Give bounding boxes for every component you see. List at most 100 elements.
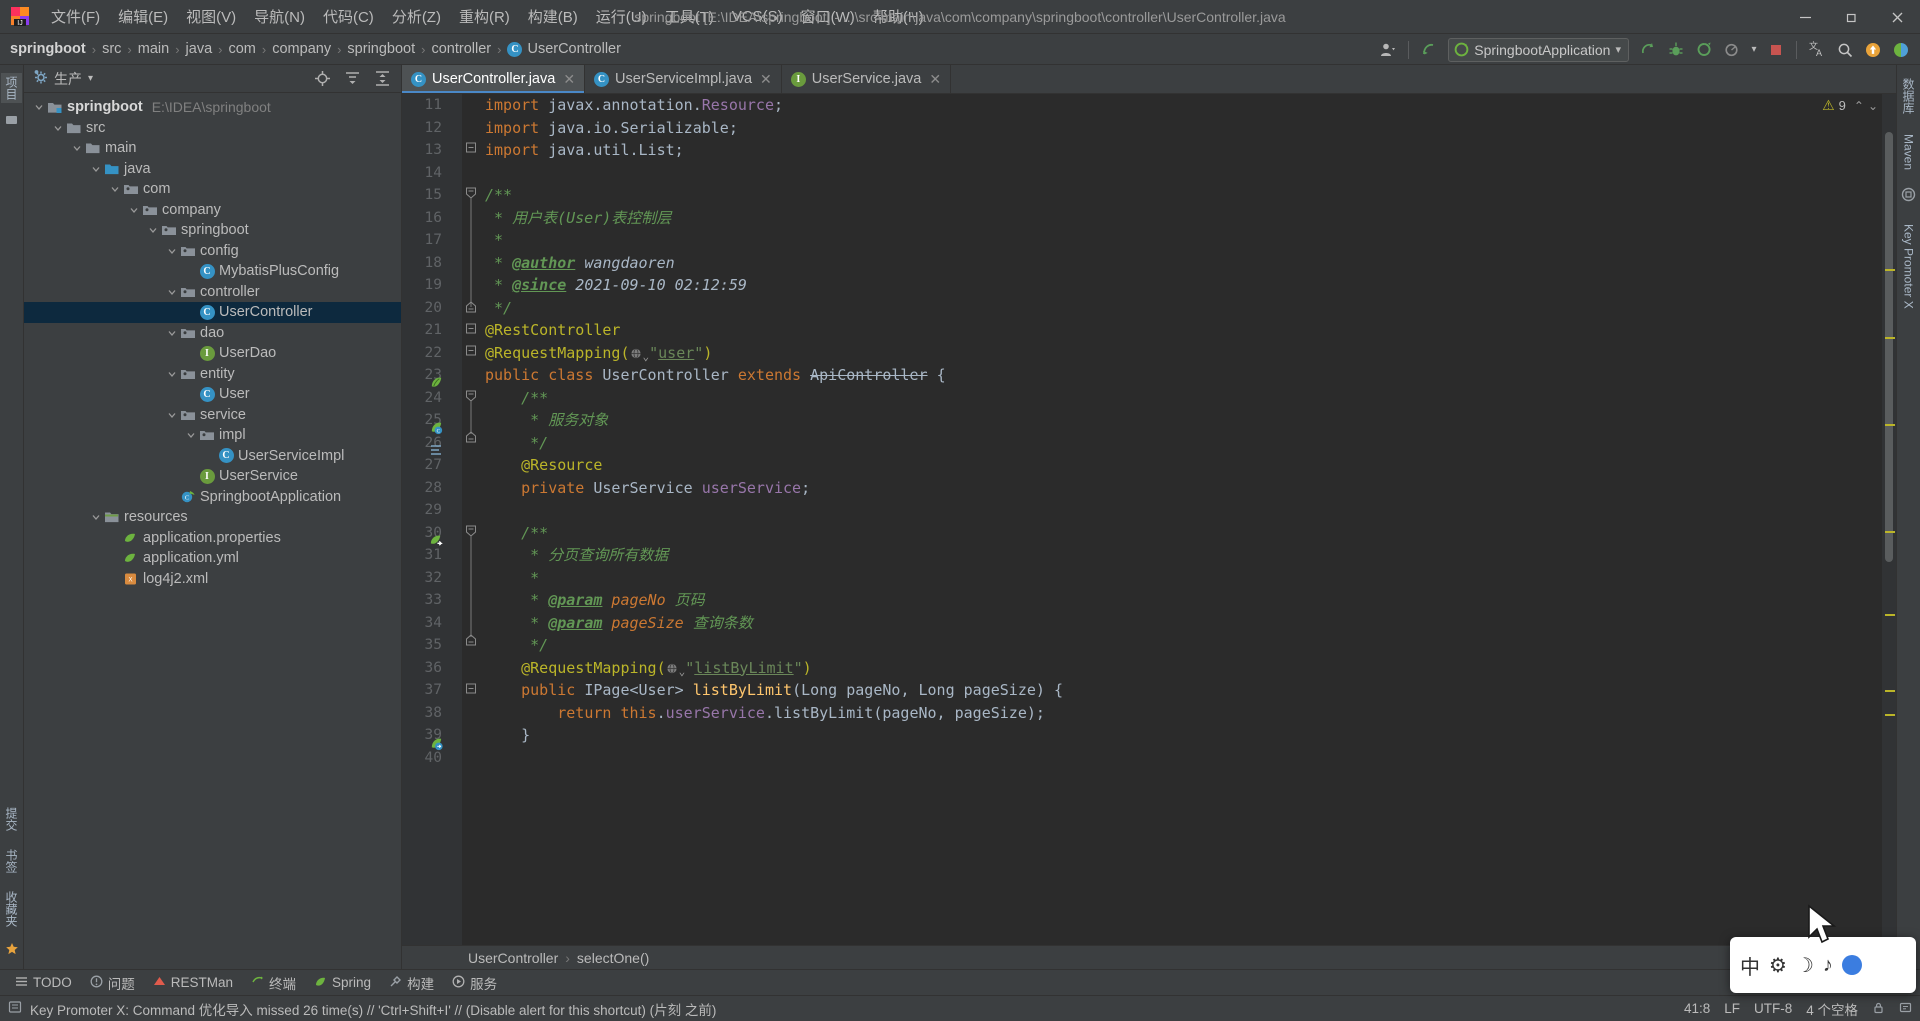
caret-position[interactable]: 41:8 (1684, 1001, 1710, 1016)
spring-controller-gutter-icon[interactable]: C (429, 420, 444, 435)
project-panel-title[interactable]: 生产 (54, 69, 82, 89)
memory-indicator-icon[interactable] (8, 1000, 22, 1017)
breadcrumb-item-6[interactable]: springboot (347, 41, 415, 57)
chevron-down-icon[interactable] (89, 512, 103, 522)
code-content[interactable]: import javax.annotation.Resource; import … (480, 94, 1882, 945)
chevron-down-icon[interactable] (127, 205, 141, 215)
code-line-36[interactable]: @RequestMapping(⌄"listByLimit") (485, 657, 1882, 680)
tool-restman[interactable]: RESTMan (146, 973, 240, 993)
code-line-26[interactable]: */ (485, 432, 1882, 455)
indent-setting[interactable]: 4 个空格 (1806, 999, 1858, 1019)
code-line-18[interactable]: * @author wangdaoren (485, 252, 1882, 275)
close-icon[interactable]: ✕ (929, 71, 941, 88)
sidebar-item-maven[interactable]: Maven (1900, 131, 1918, 173)
warning-marker[interactable] (1885, 531, 1895, 533)
code-line-19[interactable]: * @since 2021-09-10 02:12:59 (485, 274, 1882, 297)
user-account-icon[interactable] (1375, 37, 1401, 63)
breadcrumb-item-3[interactable]: java (186, 41, 213, 57)
chevron-down-icon[interactable] (165, 369, 179, 379)
tree-node-service[interactable]: service (24, 405, 401, 426)
tree-node-application-yml[interactable]: application.yml (24, 548, 401, 569)
tree-node-main[interactable]: main (24, 138, 401, 159)
code-line-38[interactable]: return this.userService.listByLimit(page… (485, 702, 1882, 725)
tool-problems[interactable]: 问题 (83, 971, 142, 995)
tree-node-springboot[interactable]: springboot E:\IDEA\springboot (24, 97, 401, 118)
chevron-down-icon[interactable] (165, 410, 179, 420)
code-line-31[interactable]: * 分页查询所有数据 (485, 544, 1882, 567)
code-line-22[interactable]: @RequestMapping(⌄"user") (485, 342, 1882, 365)
chevron-down-icon[interactable] (184, 430, 198, 440)
breadcrumb-item-1[interactable]: src (102, 41, 121, 57)
file-encoding[interactable]: UTF-8 (1754, 1001, 1792, 1016)
code-line-33[interactable]: * @param pageNo 页码 (485, 589, 1882, 612)
code-line-15[interactable]: /** (485, 184, 1882, 207)
code-line-20[interactable]: */ (485, 297, 1882, 320)
tool-spring[interactable]: Spring (307, 973, 378, 993)
breadcrumb-item-0[interactable]: springboot (10, 41, 86, 57)
chevron-down-icon[interactable] (108, 184, 122, 194)
warning-marker[interactable] (1885, 690, 1895, 692)
tree-node-company[interactable]: company (24, 200, 401, 221)
menu-view[interactable]: 视图(V) (177, 2, 245, 31)
tree-node-user[interactable]: C User (24, 384, 401, 405)
tool-build[interactable]: 构建 (382, 971, 441, 995)
sidebar-item-key-promoter[interactable]: Key Promoter X (1900, 221, 1918, 312)
menu-code[interactable]: 代码(C) (314, 2, 383, 31)
update-project-icon[interactable] (1416, 37, 1442, 63)
code-line-14[interactable] (485, 162, 1882, 185)
code-line-13[interactable]: import java.util.List; (485, 139, 1882, 162)
breadcrumb-item-2[interactable]: main (138, 41, 169, 57)
menu-build[interactable]: 构建(B) (519, 2, 587, 31)
close-icon[interactable]: ✕ (563, 71, 575, 88)
code-line-25[interactable]: * 服务对象 (485, 409, 1882, 432)
menu-edit[interactable]: 编辑(E) (109, 2, 177, 31)
tool-todo[interactable]: TODO (8, 973, 79, 993)
implementing-method-gutter-icon[interactable] (430, 443, 444, 457)
code-line-27[interactable]: @Resource (485, 454, 1882, 477)
breadcrumb-item-5[interactable]: company (272, 41, 331, 57)
tab-usercontroller[interactable]: C UserController.java ✕ (402, 65, 586, 93)
tree-node-userserviceimpl[interactable]: C UserServiceImpl (24, 446, 401, 467)
minimize-button[interactable] (1782, 0, 1828, 34)
favorites-star-icon[interactable] (5, 942, 19, 961)
stop-button[interactable] (1763, 37, 1789, 63)
chevron-down-icon[interactable] (89, 164, 103, 174)
tree-node-userdao[interactable]: I UserDao (24, 343, 401, 364)
structure-icon[interactable] (5, 113, 19, 125)
breadcrumb-item-7[interactable]: controller (431, 41, 491, 57)
chevron-down-icon[interactable] (165, 328, 179, 338)
run-configuration-selector[interactable]: SpringbootApplication ▾ (1448, 37, 1629, 62)
tree-node-java[interactable]: java (24, 159, 401, 180)
breadcrumb-item-4[interactable]: com (228, 41, 255, 57)
tree-node-application-properties[interactable]: application.properties (24, 528, 401, 549)
menu-navigate[interactable]: 导航(N) (245, 2, 314, 31)
tree-node-springboot[interactable]: springboot (24, 220, 401, 241)
spring-bean-gutter-icon[interactable] (429, 375, 444, 390)
event-log-icon[interactable] (1899, 1001, 1912, 1017)
code-line-35[interactable]: */ (485, 634, 1882, 657)
code-line-28[interactable]: private UserService userService; (485, 477, 1882, 500)
tree-node-com[interactable]: com (24, 179, 401, 200)
inspection-widget[interactable]: ⚠ 9 ⌃ ⌄ (1822, 97, 1878, 114)
code-line-40[interactable] (485, 747, 1882, 770)
profiler-button[interactable] (1719, 37, 1745, 63)
code-line-32[interactable]: * (485, 567, 1882, 590)
code-line-11[interactable]: import javax.annotation.Resource; (485, 94, 1882, 117)
chevron-down-icon[interactable]: ⌄ (1868, 99, 1878, 113)
sidebar-item-favorites[interactable]: 收藏夹 (1, 888, 22, 930)
chevron-down-icon[interactable]: ▾ (88, 73, 93, 84)
tree-node-config[interactable]: config (24, 241, 401, 262)
tree-node-resources[interactable]: resources (24, 507, 401, 528)
code-line-16[interactable]: * 用户表(User)表控制层 (485, 207, 1882, 230)
chevron-down-icon[interactable] (165, 246, 179, 256)
menu-refactor[interactable]: 重构(R) (450, 2, 519, 31)
collapse-all-icon[interactable] (369, 66, 395, 92)
run-button[interactable] (1635, 37, 1661, 63)
translate-icon[interactable]: 文 A (1804, 37, 1830, 63)
tree-node-entity[interactable]: entity (24, 364, 401, 385)
tree-node-controller[interactable]: controller (24, 282, 401, 303)
status-message[interactable]: Key Promoter X: Command 优化导入 missed 26 t… (30, 999, 716, 1019)
warning-marker[interactable] (1885, 337, 1895, 339)
ime-settings-icon[interactable]: ⚙ (1769, 953, 1787, 978)
tool-terminal[interactable]: 终端 (244, 971, 303, 995)
